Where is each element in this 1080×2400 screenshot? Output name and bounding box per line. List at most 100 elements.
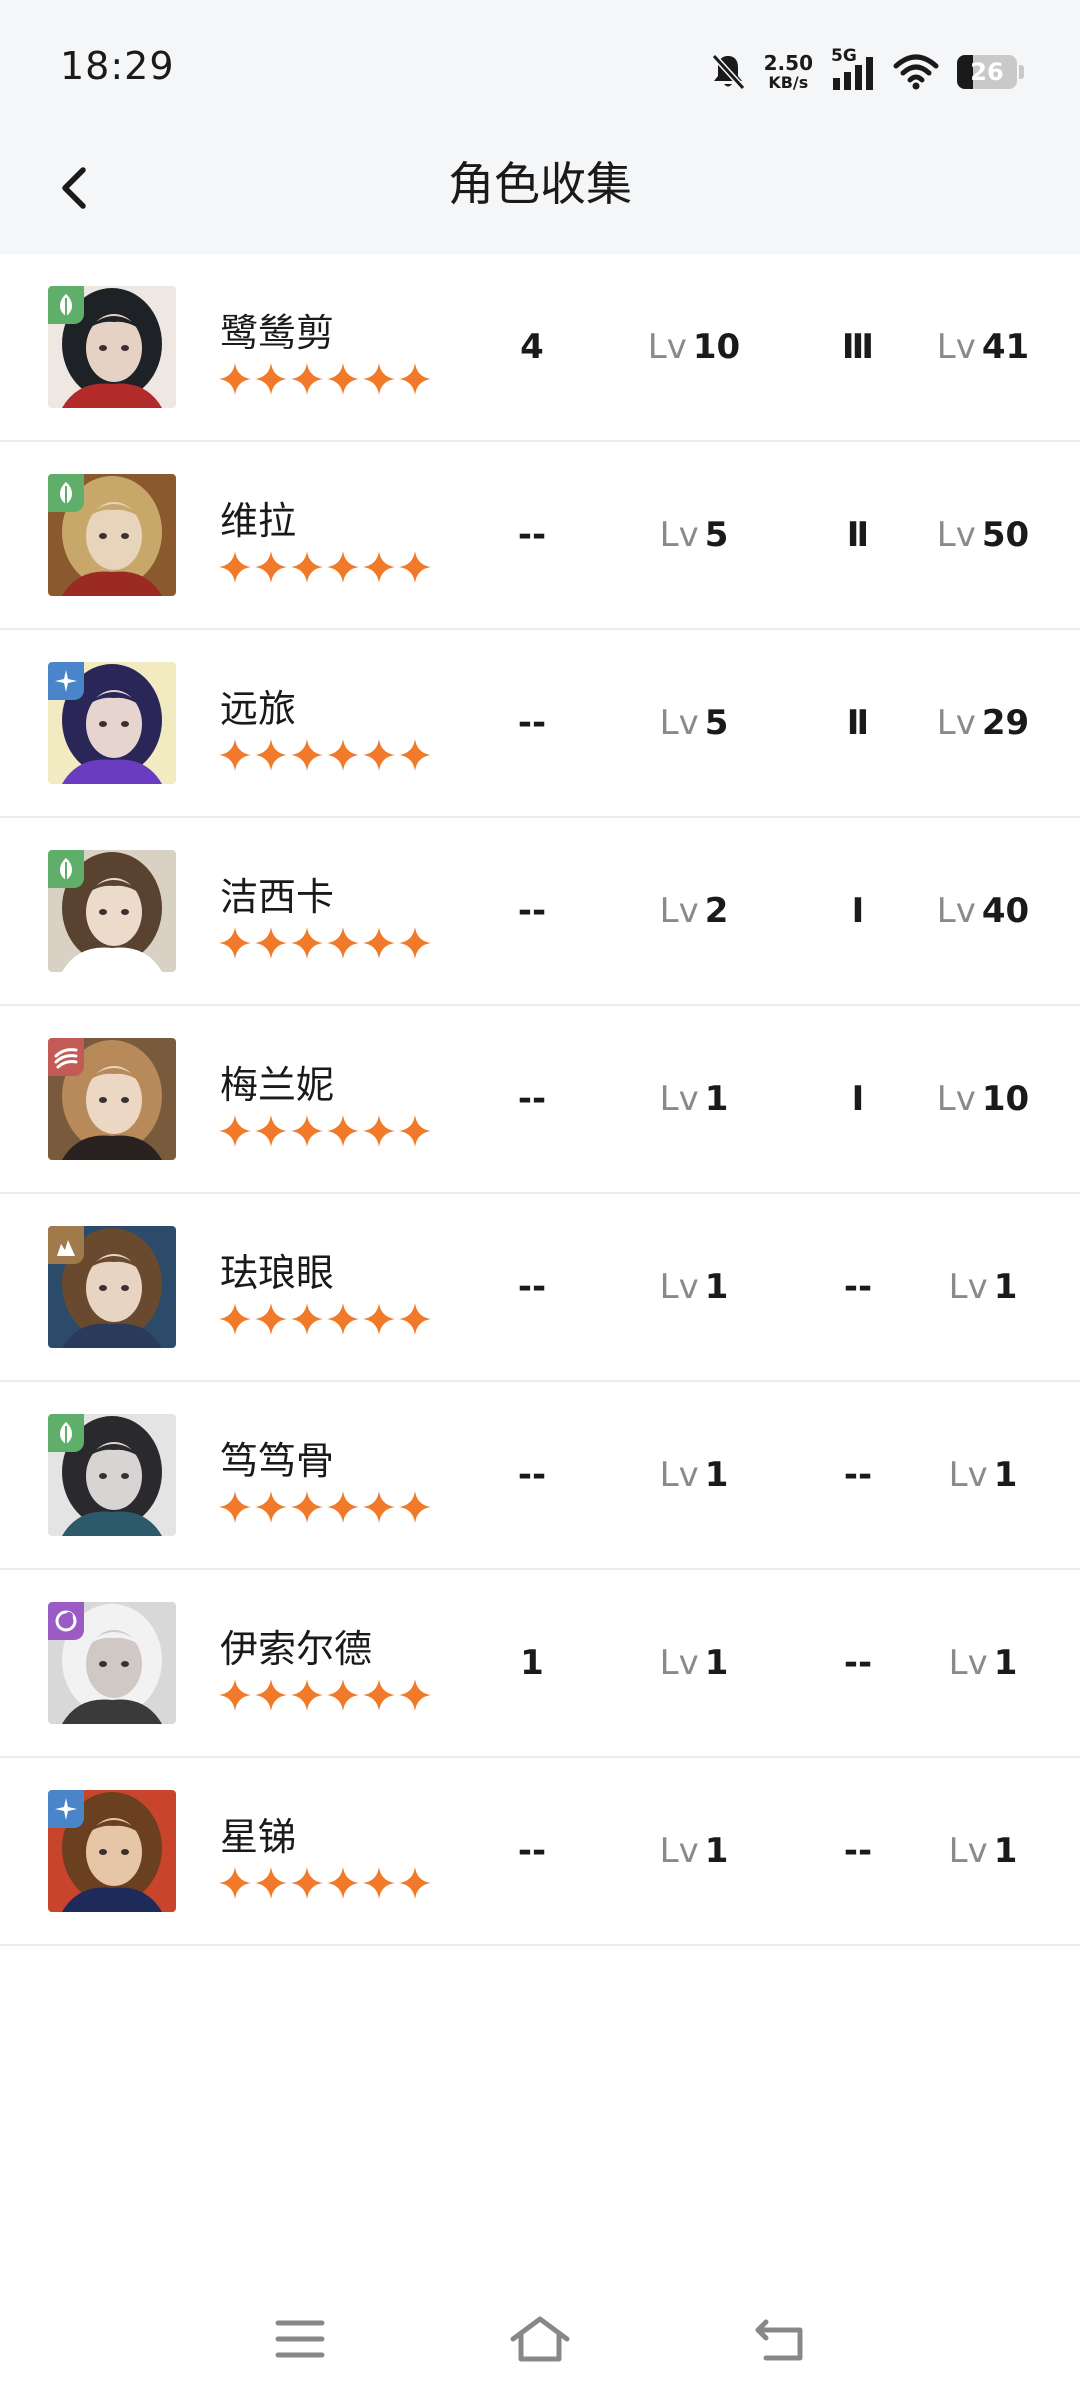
resonance-level: Lv 1 (918, 1194, 1048, 1380)
star-icon (291, 363, 323, 395)
lv-prefix: Lv (948, 1455, 988, 1495)
back-nav-button[interactable] (735, 2304, 825, 2374)
star-icon (55, 1798, 77, 1820)
character-row[interactable]: 远旅 -- Lv 5 Ⅱ Lv 29 (0, 630, 1080, 818)
character-name: 笃笃骨 (220, 1439, 335, 1483)
return-icon (755, 2319, 803, 2361)
lv-prefix: Lv (936, 703, 976, 743)
resonance-level: Lv 1 (918, 1758, 1048, 1944)
star-icon (363, 1303, 395, 1335)
star-icon (327, 363, 359, 395)
star-icon (363, 1867, 395, 1899)
insight-tier: -- (843, 1643, 873, 1683)
rarity-stars (218, 362, 432, 396)
resonance-level-value: 29 (981, 703, 1030, 743)
rarity-stars (218, 926, 432, 960)
resonance-level-value: 50 (981, 515, 1030, 555)
star-icon (255, 927, 287, 959)
star-icon (291, 927, 323, 959)
star-icon (399, 1491, 431, 1523)
star-icon (399, 1679, 431, 1711)
wifi-icon (893, 54, 939, 90)
star-icon (219, 927, 251, 959)
rarity-stars (218, 1490, 432, 1524)
character-row[interactable]: 星锑 -- Lv 1 -- Lv 1 (0, 1758, 1080, 1946)
character-level: Lv 1 (624, 1570, 764, 1756)
character-row[interactable]: 笃笃骨 -- Lv 1 -- Lv 1 (0, 1382, 1080, 1570)
character-level-value: 2 (704, 891, 729, 931)
rarity-stars (218, 1866, 432, 1900)
star-icon (255, 1115, 287, 1147)
insight-tier: Ⅲ (841, 327, 875, 367)
network-speed-value: 2.50 (763, 51, 813, 75)
resonance-level: Lv 29 (918, 630, 1048, 816)
lv-prefix: Lv (659, 1079, 699, 1119)
star-icon (363, 739, 395, 771)
resonance-level-value: 10 (981, 1079, 1030, 1119)
resonance-level: Lv 50 (918, 442, 1048, 628)
home-nav-button[interactable] (495, 2304, 585, 2374)
attribute-badge (48, 1226, 84, 1264)
star-icon (291, 1491, 323, 1523)
menu-icon (275, 2320, 325, 2358)
star-icon (399, 739, 431, 771)
resonance-level: Lv 10 (918, 1006, 1048, 1192)
title-bar: 角色收集 (0, 128, 1080, 254)
character-row[interactable]: 鹭鸶剪 4 Lv 10 Ⅲ Lv 41 (0, 254, 1080, 442)
character-row[interactable]: 珐琅眼 -- Lv 1 -- Lv 1 (0, 1194, 1080, 1382)
character-level-value: 1 (704, 1267, 729, 1307)
lv-prefix: Lv (659, 703, 699, 743)
rarity-stars (218, 1678, 432, 1712)
status-bar: 18:29 2.50 KB/s 5G 26 (0, 0, 1080, 128)
character-name: 鹭鸶剪 (220, 311, 335, 355)
insight-tier: Ⅰ (851, 891, 865, 931)
insight-tier: -- (843, 1455, 873, 1495)
star-icon (219, 1115, 251, 1147)
star-icon (255, 1679, 287, 1711)
character-row[interactable]: 梅兰妮 -- Lv 1 Ⅰ Lv 10 (0, 1006, 1080, 1194)
insight-tier: Ⅰ (851, 1079, 865, 1119)
resonance-level: Lv 41 (918, 254, 1048, 440)
duplicate-count: 4 (520, 327, 544, 367)
lv-prefix: Lv (659, 891, 699, 931)
avatar (48, 1414, 176, 1536)
star-icon (255, 739, 287, 771)
star-icon (327, 1679, 359, 1711)
star-icon (219, 363, 251, 395)
rarity-stars (218, 738, 432, 772)
star-icon (291, 1679, 323, 1711)
resonance-level-value: 1 (993, 1643, 1018, 1683)
duplicate-count: -- (517, 891, 547, 931)
duplicate-count: -- (517, 1455, 547, 1495)
character-row[interactable]: 维拉 -- Lv 5 Ⅱ Lv 50 (0, 442, 1080, 630)
network-speed-unit: KB/s (768, 73, 809, 92)
leaf-icon (59, 294, 73, 316)
star-icon (327, 739, 359, 771)
character-name: 洁西卡 (220, 875, 335, 919)
star-icon (255, 1867, 287, 1899)
star-icon (291, 1303, 323, 1335)
star-icon (363, 551, 395, 583)
rarity-stars (218, 1114, 432, 1148)
rarity-stars (218, 1302, 432, 1336)
character-row[interactable]: 洁西卡 -- Lv 2 Ⅰ Lv 40 (0, 818, 1080, 1006)
character-row[interactable]: 伊索尔德 1 Lv 1 -- Lv 1 (0, 1570, 1080, 1758)
star-icon (291, 1115, 323, 1147)
resonance-level: Lv 1 (918, 1382, 1048, 1568)
insight-tier: -- (843, 1831, 873, 1871)
star-icon (327, 1303, 359, 1335)
character-level-value: 1 (704, 1831, 729, 1871)
menu-nav-button[interactable] (255, 2304, 345, 2374)
character-level: Lv 1 (624, 1194, 764, 1380)
star-icon (255, 1491, 287, 1523)
attribute-badge (48, 1602, 84, 1640)
character-level-value: 1 (704, 1455, 729, 1495)
home-icon (510, 2316, 570, 2362)
star-icon (363, 1491, 395, 1523)
lv-prefix: Lv (936, 1079, 976, 1119)
character-name: 星锑 (220, 1815, 297, 1859)
page-title: 角色收集 (448, 157, 632, 211)
lv-prefix: Lv (936, 327, 976, 367)
star-icon (363, 927, 395, 959)
battery-cap (1019, 65, 1024, 79)
